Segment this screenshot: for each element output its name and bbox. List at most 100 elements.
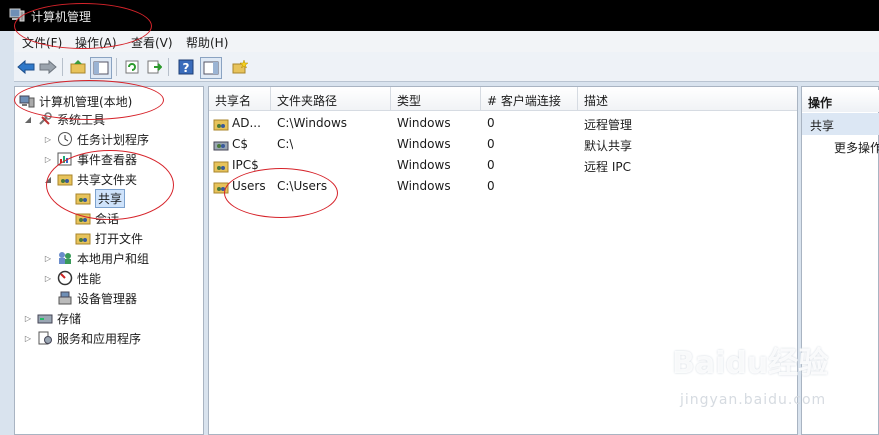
help-icon[interactable]: ? [176,57,196,77]
expand-arrow-icon[interactable]: ▷ [43,134,53,144]
column-header-description[interactable]: 描述 [578,87,797,111]
tree-label: 共享 [95,188,126,208]
window-title: 计算机管理 [31,10,92,24]
tree-label: 共享文件夹 [77,172,138,187]
performance-icon [57,270,73,286]
actions-pane: 操作 共享 更多操作 [801,86,879,435]
tree-device-manager[interactable]: 设备管理器 [57,289,137,307]
tree-local-users[interactable]: ▷ 本地用户和组 [43,249,149,267]
shared-drive-icon [213,141,229,151]
title-bar: 计算机管理 [0,0,879,31]
tree-label: 事件查看器 [77,152,138,167]
new-share-icon[interactable] [230,57,250,77]
back-icon[interactable] [16,57,36,77]
tree-label: 性能 [77,271,102,286]
share-name: AD... [232,116,261,130]
tree-event-viewer[interactable]: ▷ 事件查看器 [43,150,137,168]
menu-bar: 文件(F) 操作(A) 查看(V) 帮助(H) [14,31,879,53]
share-description: 默认共享 [584,139,633,153]
expand-arrow-icon[interactable]: ▷ [43,253,53,263]
client-connections: 0 [487,158,495,172]
column-header-type[interactable]: 类型 [391,87,481,111]
tree-services-apps[interactable]: ▷ 服务和应用程序 [23,329,141,347]
forward-icon[interactable] [38,57,58,77]
folder-path: C:\Windows [277,116,348,130]
tree-open-files[interactable]: 打开文件 [75,229,143,247]
console-tree: 计算机管理(本地) ◢ 系统工具 ▷ 任务计划程序 ▷ 事件查看器 ◢ 共享文件… [14,86,204,435]
table-row[interactable]: Users C:\Users Windows 0 [209,176,797,197]
tree-shared-folders[interactable]: ◢ 共享文件夹 [43,170,137,188]
expand-arrow-icon[interactable]: ▷ [23,313,33,323]
expand-arrow-icon[interactable]: ▷ [23,333,33,343]
column-header-folder-path[interactable]: 文件夹路径 [271,87,391,111]
services-icon [38,331,52,345]
shared-folder-icon [75,233,91,245]
storage-icon [37,314,53,324]
tree-system-tools[interactable]: ◢ 系统工具 [23,110,105,128]
folder-path: C:\Users [277,179,328,193]
tree-label: 系统工具 [57,112,106,127]
shared-folder-icon [75,193,91,205]
share-name: Users [232,179,266,193]
shared-folder-icon [213,119,229,131]
tree-sessions[interactable]: 会话 [75,209,119,227]
column-header-share-name[interactable]: 共享名 [209,87,271,111]
toolbar: ? [14,52,879,82]
tools-icon [39,112,52,125]
computer-management-icon [19,95,35,108]
expand-arrow-icon[interactable]: ▷ [43,154,53,164]
computer-management-icon [9,8,25,22]
share-type: Windows [397,137,451,151]
actions-section-shares[interactable]: 共享 [802,113,879,135]
watermark-logo: Baidu经验 [672,346,829,381]
tree-label: 会话 [95,211,120,226]
share-type: Windows [397,116,451,130]
export-list-icon[interactable] [144,57,164,77]
show-hide-console-tree-icon[interactable] [90,57,112,79]
menu-action[interactable]: 操作(A) [75,34,117,51]
shares-list: 共享名 文件夹路径 类型 # 客户端连接 描述 AD... C:\Windows… [208,86,798,435]
expand-arrow-icon[interactable]: ▷ [43,273,53,283]
shared-folder-icon [57,174,73,186]
menu-help[interactable]: 帮助(H) [186,34,228,51]
table-row[interactable]: AD... C:\Windows Windows 0 远程管理 [209,113,797,134]
share-name: IPC$ [232,158,259,172]
tree-performance[interactable]: ▷ 性能 [43,269,101,287]
tree-label: 任务计划程序 [77,132,150,147]
column-header-client-connections[interactable]: # 客户端连接 [481,87,578,111]
watermark-url: jingyan.baidu.com [680,392,827,408]
tree-root[interactable]: 计算机管理(本地) [19,92,132,110]
more-actions-link[interactable]: 更多操作 [834,139,879,156]
client-connections: 0 [487,137,495,151]
actions-header: 操作 [802,90,879,112]
up-folder-icon[interactable] [68,57,88,77]
shared-folder-icon [213,161,229,173]
share-description: 远程管理 [584,118,633,132]
tree-label: 服务和应用程序 [57,331,142,346]
refresh-icon[interactable] [122,57,142,77]
menu-file[interactable]: 文件(F) [22,34,62,51]
shared-folder-icon [75,213,91,225]
svg-text:?: ? [183,61,190,75]
tree-label: 设备管理器 [77,291,138,306]
share-type: Windows [397,179,451,193]
share-type: Windows [397,158,451,172]
tree-shares[interactable]: 共享 [75,188,126,208]
tree-label: 打开文件 [95,231,144,246]
collapse-arrow-icon[interactable]: ◢ [23,114,33,124]
menu-view[interactable]: 查看(V) [131,34,173,51]
table-row[interactable]: IPC$ Windows 0 远程 IPC [209,155,797,176]
event-viewer-icon [57,152,72,166]
tree-storage[interactable]: ▷ 存储 [23,309,81,327]
tree-label: 计算机管理(本地) [39,94,133,109]
collapse-arrow-icon[interactable]: ◢ [43,174,53,184]
tree-label: 存储 [57,311,82,326]
client-connections: 0 [487,116,495,130]
folder-path: C:\ [277,137,294,151]
device-manager-icon [58,291,72,305]
tree-task-scheduler[interactable]: ▷ 任务计划程序 [43,130,149,148]
tree-label: 本地用户和组 [77,251,150,266]
client-connections: 0 [487,179,495,193]
table-row[interactable]: C$ C:\ Windows 0 默认共享 [209,134,797,155]
show-hide-action-pane-icon[interactable] [200,57,222,79]
